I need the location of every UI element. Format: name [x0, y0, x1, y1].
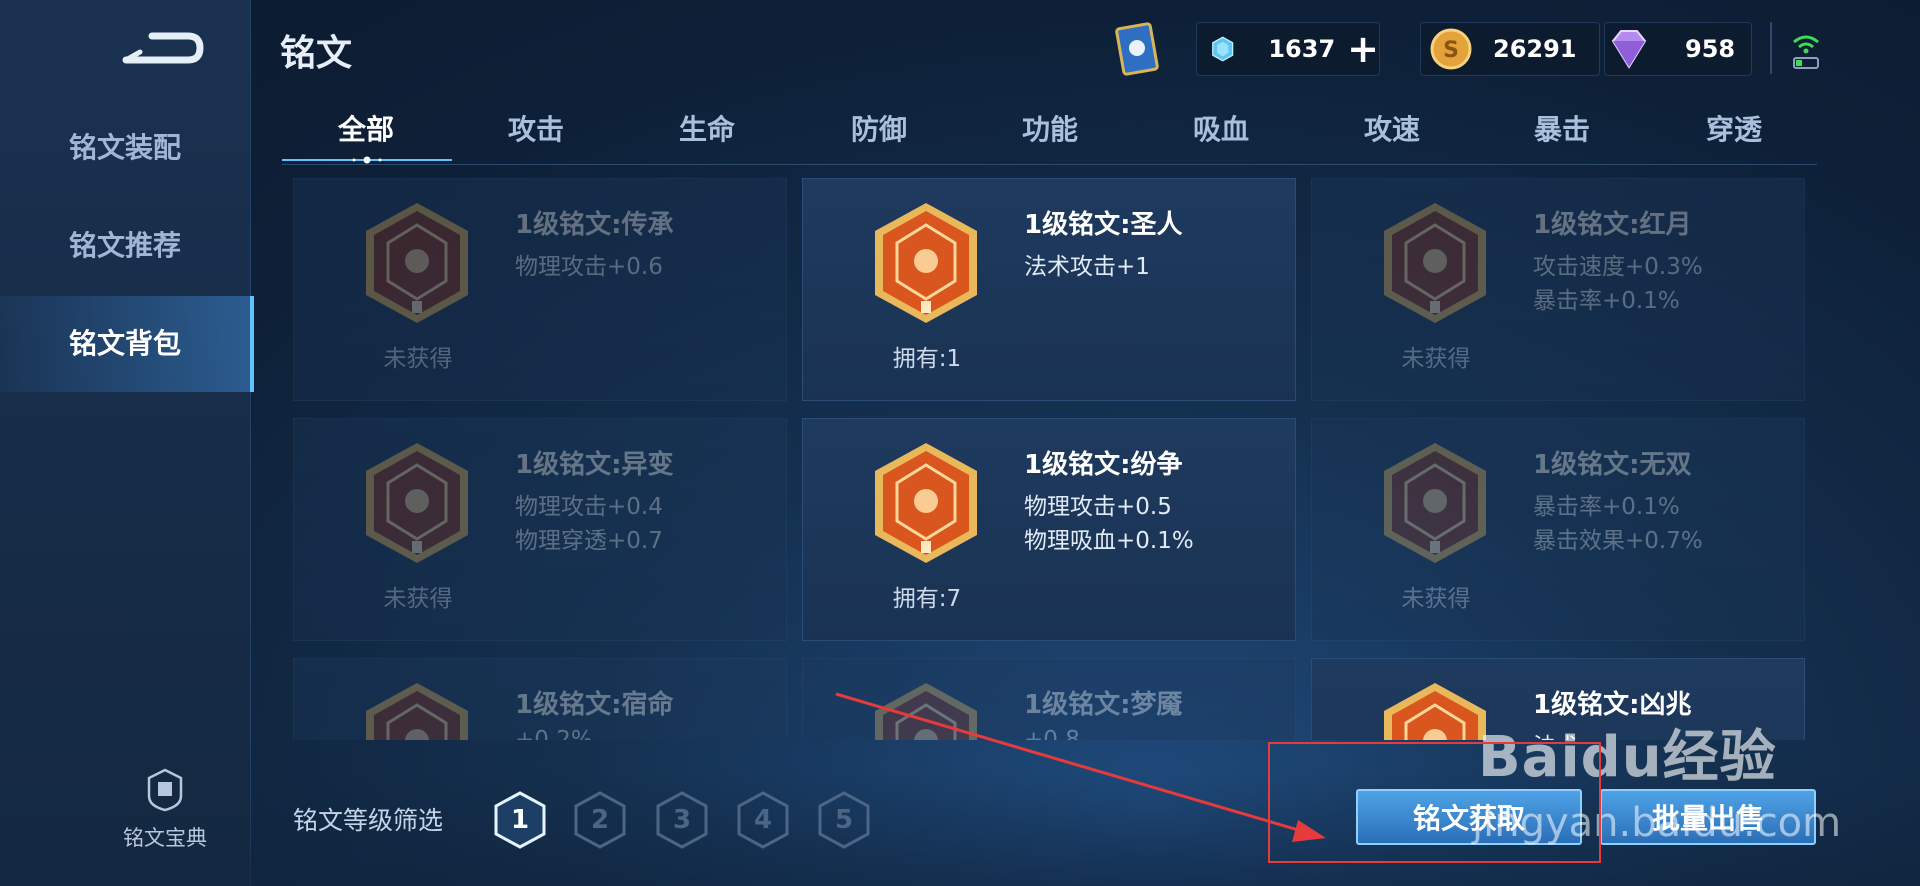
inscription-name: 1级铭文:异变 [515, 450, 674, 480]
inscription-status: 未获得 [383, 586, 453, 612]
inscription-name: 1级铭文:梦魇 [1024, 690, 1183, 720]
page-title: 铭文 [280, 33, 353, 74]
sidebar-item-recommend[interactable]: 铭文推荐 [0, 198, 250, 294]
inscription-emblem-icon [875, 683, 977, 740]
inscription-status: 未获得 [1401, 346, 1471, 372]
level-filter-5[interactable]: 5 [816, 790, 872, 850]
active-tab-indicator [282, 156, 452, 164]
inscription-emblem-icon [875, 203, 977, 323]
level-filter-label: 铭文等级筛选 [293, 806, 444, 835]
inscription-status: 拥有:7 [892, 586, 962, 612]
codex-label: 铭文宝典 [123, 826, 207, 850]
sidebar-item-backpack[interactable]: 铭文背包 [0, 296, 254, 392]
inscription-attribute: +0.8 [1024, 727, 1080, 740]
inscription-emblem-icon [875, 443, 977, 563]
level-number: 3 [672, 805, 692, 835]
inscription-card[interactable]: 1级铭文:无双暴击率+0.1% 暴击效果+0.7% 未获得 [1311, 418, 1805, 641]
gold-value: 26291 [1493, 35, 1577, 63]
inscription-status: 未获得 [1401, 586, 1471, 612]
inscription-grid: 1级铭文:传承 物理攻击+0.6 未获得 1级铭文:圣人 法术攻击+1 拥有:1 1级铭文:… [293, 178, 1805, 740]
crystal-icon [1212, 36, 1234, 62]
inscription-status: 未获得 [383, 346, 453, 372]
inscription-status: 拥有:1 [892, 346, 962, 372]
inscription-card[interactable]: 1级铭文:异变物理攻击+0.4 物理穿透+0.7 未获得 [293, 418, 787, 641]
level-filter-2[interactable]: 2 [572, 790, 628, 850]
scroll-badge-icon [147, 768, 183, 812]
tab-function[interactable]: 功能 [990, 108, 1110, 148]
inscription-name: 1级铭文:纷争 [1024, 450, 1183, 480]
inscription-emblem-icon [366, 683, 468, 740]
level-number: 2 [590, 805, 610, 835]
level-filter-3[interactable]: 3 [654, 790, 710, 850]
tab-health[interactable]: 生命 [647, 108, 767, 148]
sidebar-item-equip[interactable]: 铭文装配 [0, 100, 250, 196]
crystal-value: 1637 [1268, 35, 1336, 63]
inscription-name: 1级铭文:传承 [515, 210, 674, 240]
inscription-name: 1级铭文:红月 [1533, 210, 1692, 240]
inscription-attribute: 暴击率+0.1% [1533, 288, 1680, 314]
inscription-card[interactable]: 1级铭文:梦魇 +0.8 [802, 658, 1296, 740]
tab-defense[interactable]: 防御 [819, 108, 939, 148]
inscription-card[interactable]: 1级铭文:传承物理攻击+0.6 未获得 [293, 178, 787, 401]
inscription-attribute: 攻击速度+0.3% [1533, 254, 1703, 280]
level-number: 5 [834, 805, 854, 835]
level-filter-1[interactable]: 1 [492, 790, 548, 850]
inscription-emblem-icon [366, 443, 468, 563]
diamond-currency: 958 [1604, 22, 1752, 76]
tab-crit[interactable]: 暴击 [1502, 108, 1622, 148]
inscription-name: 1级铭文:宿命 [515, 690, 674, 720]
tab-all[interactable]: 全部 [306, 108, 426, 148]
watermark-url: jingyan.baidu.com [1472, 800, 1842, 846]
gold-coin-icon: S [1430, 28, 1472, 70]
add-crystal-button[interactable]: + [1347, 30, 1379, 68]
tab-attack-speed[interactable]: 攻速 [1332, 108, 1452, 148]
inscription-card[interactable]: 1级铭文:圣人法术攻击+1 拥有:1 [802, 178, 1296, 401]
inscription-emblem-icon [1384, 203, 1486, 323]
tab-lifesteal[interactable]: 吸血 [1161, 108, 1281, 148]
sidebar: 铭文装配 铭文推荐 铭文背包 铭文宝典 [0, 0, 254, 886]
card-icon[interactable] [1112, 20, 1168, 80]
divider [1770, 22, 1772, 74]
inscription-attribute: 法术攻击+1 [1024, 254, 1150, 280]
back-arrow-icon[interactable] [118, 22, 206, 72]
inscription-card[interactable]: 1级铭文:红月攻击速度+0.3% 暴击率+0.1% 未获得 [1311, 178, 1805, 401]
diamond-icon [1611, 30, 1647, 69]
diamond-value: 958 [1685, 35, 1736, 63]
inscription-emblem-icon [1384, 683, 1486, 740]
level-number: 4 [753, 805, 773, 835]
svg-text:S: S [1443, 38, 1459, 63]
gold-currency: S 26291 [1420, 22, 1600, 76]
inscription-attribute: 物理攻击+0.4 [515, 494, 663, 520]
crystal-currency: 1637 + [1196, 22, 1380, 76]
tab-attack[interactable]: 攻击 [476, 108, 596, 148]
inscription-attribute: 物理攻击+0.6 [515, 254, 663, 280]
tab-penetration[interactable]: 穿透 [1674, 108, 1794, 148]
inscription-emblem-icon [1384, 443, 1486, 563]
inscription-attribute: 暴击效果+0.7% [1533, 528, 1703, 554]
inscription-attribute: 暴击率+0.1% [1533, 494, 1680, 520]
inscription-name: 1级铭文:圣人 [1024, 210, 1183, 240]
inscription-card[interactable]: 1级铭文:宿命 +0.2% [293, 658, 787, 740]
category-tabs: 全部 攻击 生命 防御 功能 吸血 攻速 暴击 穿透 [282, 108, 1817, 165]
codex-button[interactable]: 铭文宝典 [100, 768, 230, 852]
inscription-card[interactable]: 1级铭文:纷争物理攻击+0.5 物理吸血+0.1% 拥有:7 [802, 418, 1296, 641]
inscription-name: 1级铭文:无双 [1533, 450, 1692, 480]
wifi-battery-icon [1790, 28, 1822, 72]
level-filter-4[interactable]: 4 [735, 790, 791, 850]
inscription-attribute: 物理穿透+0.7 [515, 528, 663, 554]
baidu-watermark: Baidu经验 [1478, 725, 1777, 790]
inscription-attribute: 物理攻击+0.5 [1024, 494, 1172, 520]
inscription-emblem-icon [366, 203, 468, 323]
inscription-attribute: +0.2% [515, 727, 593, 740]
inscription-attribute: 物理吸血+0.1% [1024, 528, 1194, 554]
level-number: 1 [510, 805, 530, 835]
